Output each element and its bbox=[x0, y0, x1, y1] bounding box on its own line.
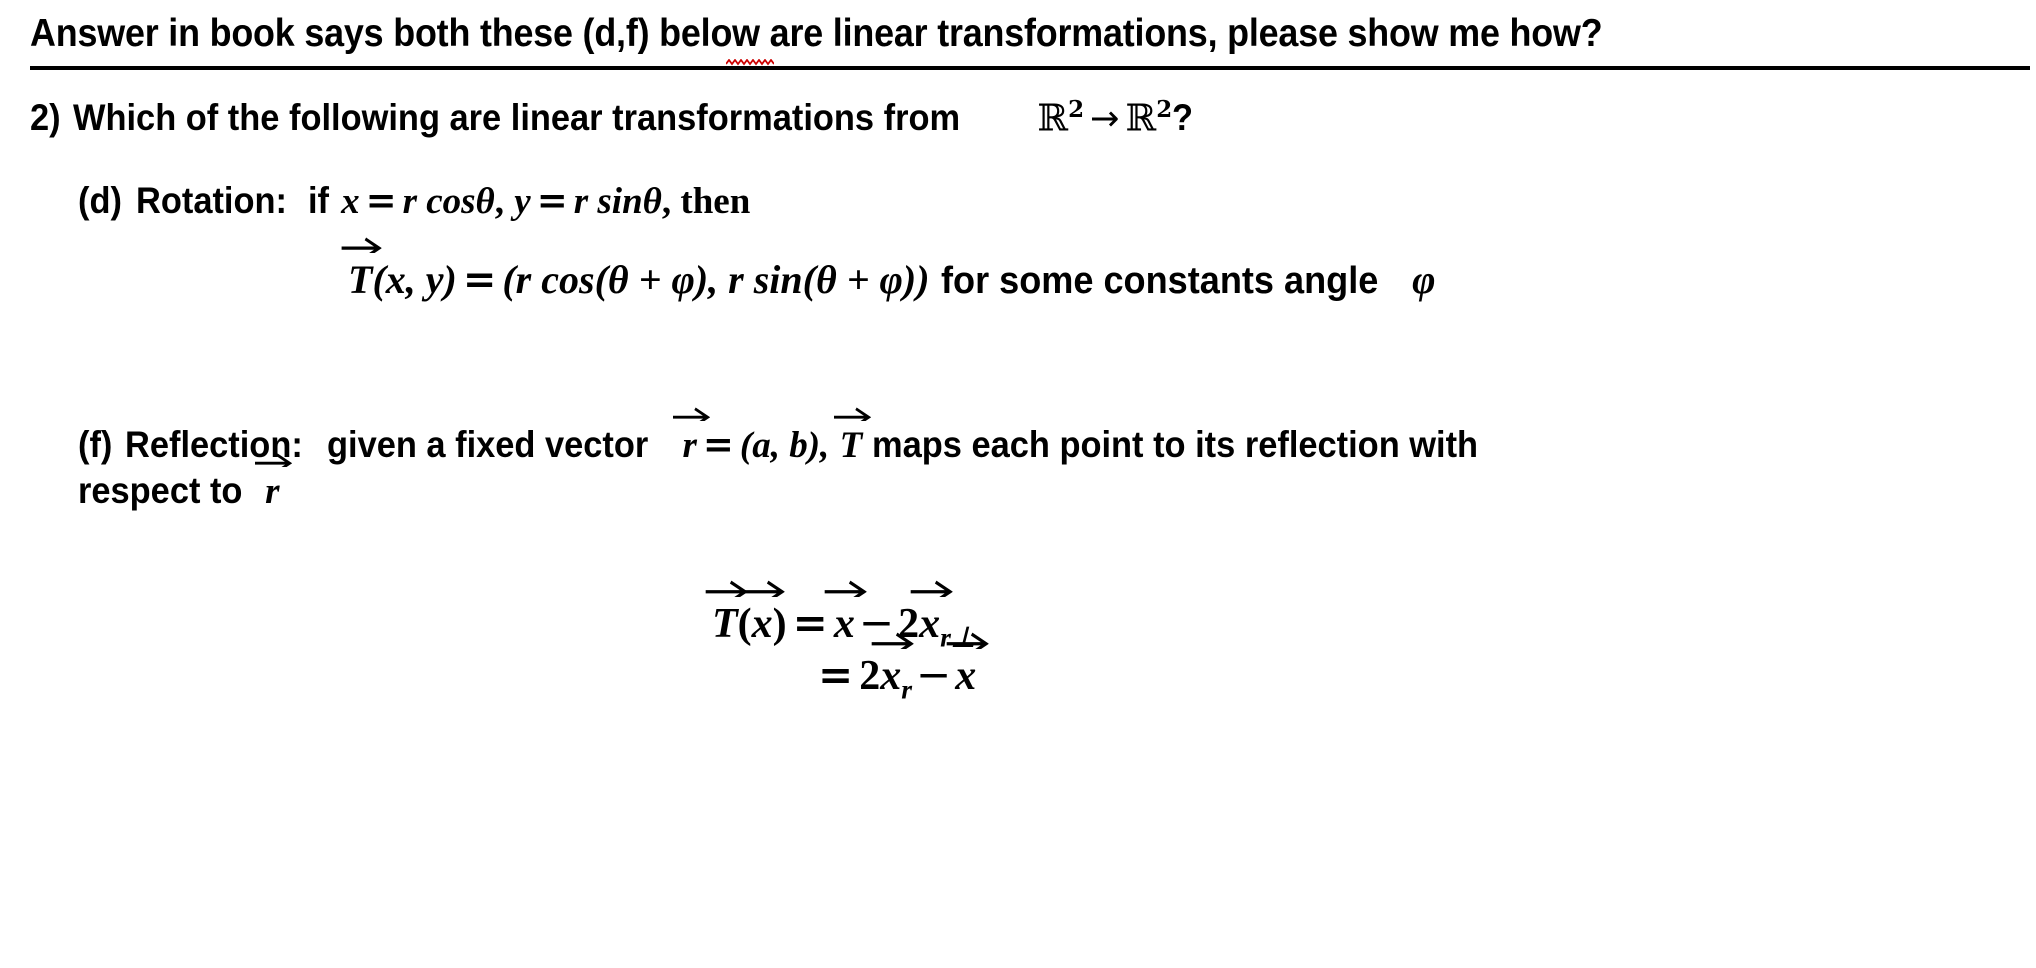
vector-arrow-icon bbox=[341, 236, 382, 253]
domain-symbol: ℝ bbox=[1037, 96, 1069, 140]
codomain-exponent: 2 bbox=[1156, 96, 1173, 123]
page-title-text: Answer in book says both these (d,f) bel… bbox=[30, 12, 1603, 55]
vector-T-symbol-2: T bbox=[833, 406, 871, 467]
vector-arrow-icon bbox=[672, 406, 710, 422]
part-d-eq-sign: = bbox=[462, 256, 497, 303]
vector-x-symbol-3: x bbox=[910, 580, 953, 648]
part-f-label: (f) bbox=[78, 424, 113, 465]
part-f-line-1: (f) Reflection: given a fixed vector r =(… bbox=[78, 406, 1524, 467]
vector-r-letter: r bbox=[682, 425, 697, 466]
part-d-y-lhs: y bbox=[514, 181, 531, 222]
part-d-name: Rotation: bbox=[135, 180, 287, 221]
part-d-tail: , then bbox=[661, 181, 751, 222]
part-d-label: (d) bbox=[78, 180, 122, 221]
final-eq1-subscript: r⊥ bbox=[940, 621, 975, 653]
vector-r-letter-2: r bbox=[265, 471, 280, 512]
part-f-text-1: given a fixed vector bbox=[326, 424, 649, 465]
spellcheck-squiggle-icon bbox=[726, 59, 774, 66]
vector-arrow-icon bbox=[833, 406, 871, 422]
part-d-eq-trailing-symbol: φ bbox=[1412, 257, 1436, 302]
vector-x-symbol-1: x bbox=[742, 580, 785, 648]
vector-T-letter-2: T bbox=[839, 425, 863, 466]
vector-r-symbol-2: r bbox=[255, 452, 293, 513]
part-d-equation: T(x, y) = (r cos(θ + φ), r sin(θ + φ)) for… bbox=[341, 237, 1436, 303]
part-f-text-3: respect to bbox=[78, 470, 243, 511]
vector-x-symbol-2: x bbox=[825, 580, 868, 648]
part-d-eq-rhs: (r cos(θ + φ), r sin(θ + φ)) bbox=[502, 257, 930, 302]
vector-T-symbol: T bbox=[341, 237, 382, 303]
question-prompt: Which of the following are linear transf… bbox=[73, 97, 961, 139]
maps-to-arrow-icon: → bbox=[1090, 98, 1120, 140]
page-title: Answer in book says both these (d,f) bel… bbox=[30, 12, 1739, 56]
part-f-components: (a, b), bbox=[739, 425, 830, 466]
question-number: 2) bbox=[30, 97, 61, 139]
part-d-y-rhs: r sinθ bbox=[573, 181, 662, 222]
vector-arrow-icon bbox=[910, 579, 953, 597]
part-f-name: Reflection: bbox=[125, 424, 304, 465]
final-eq2-subscript: r bbox=[901, 673, 912, 705]
vector-x-symbol-5: x bbox=[946, 632, 989, 700]
domain-exponent: 2 bbox=[1068, 96, 1085, 123]
part-d-x-rhs: r cosθ bbox=[402, 181, 495, 222]
part-f-eq-sign: = bbox=[702, 422, 734, 466]
vector-r-symbol: r bbox=[672, 406, 710, 467]
vector-arrow-icon bbox=[742, 579, 785, 597]
vector-arrow-icon bbox=[825, 579, 868, 597]
final-equation-line-2: = 2 xr− x bbox=[812, 632, 989, 705]
question-prompt-tail: ? bbox=[1172, 97, 1194, 139]
part-d-line: (d) Rotation: if x = r cosθ, y = r sinθ, the… bbox=[78, 178, 751, 222]
title-underline bbox=[30, 66, 2030, 70]
vector-T-symbol-3: T bbox=[705, 580, 748, 648]
final-equation-line-1: T(x) = x−2 xr⊥ bbox=[705, 580, 975, 653]
part-f-text-2: maps each point to its reflection with bbox=[872, 424, 1479, 465]
question-line: 2) Which of the following are linear tra… bbox=[30, 96, 1195, 139]
vector-arrow-icon bbox=[705, 579, 748, 597]
part-d-eq-trailing-text: for some constants angle bbox=[940, 260, 1379, 302]
codomain-symbol: ℝ bbox=[1125, 96, 1157, 140]
part-d-sep: , bbox=[494, 181, 505, 222]
part-f-line-2: respect to r bbox=[78, 452, 293, 513]
part-d-leadin: if bbox=[308, 180, 330, 221]
part-d-eq-args: (x, y) bbox=[372, 257, 457, 302]
document-page: Answer in book says both these (d,f) bel… bbox=[0, 0, 2036, 968]
part-d-x-lhs: x bbox=[341, 181, 360, 222]
vector-T-letter: T bbox=[348, 257, 373, 302]
vector-x-symbol-4: x bbox=[871, 632, 914, 700]
